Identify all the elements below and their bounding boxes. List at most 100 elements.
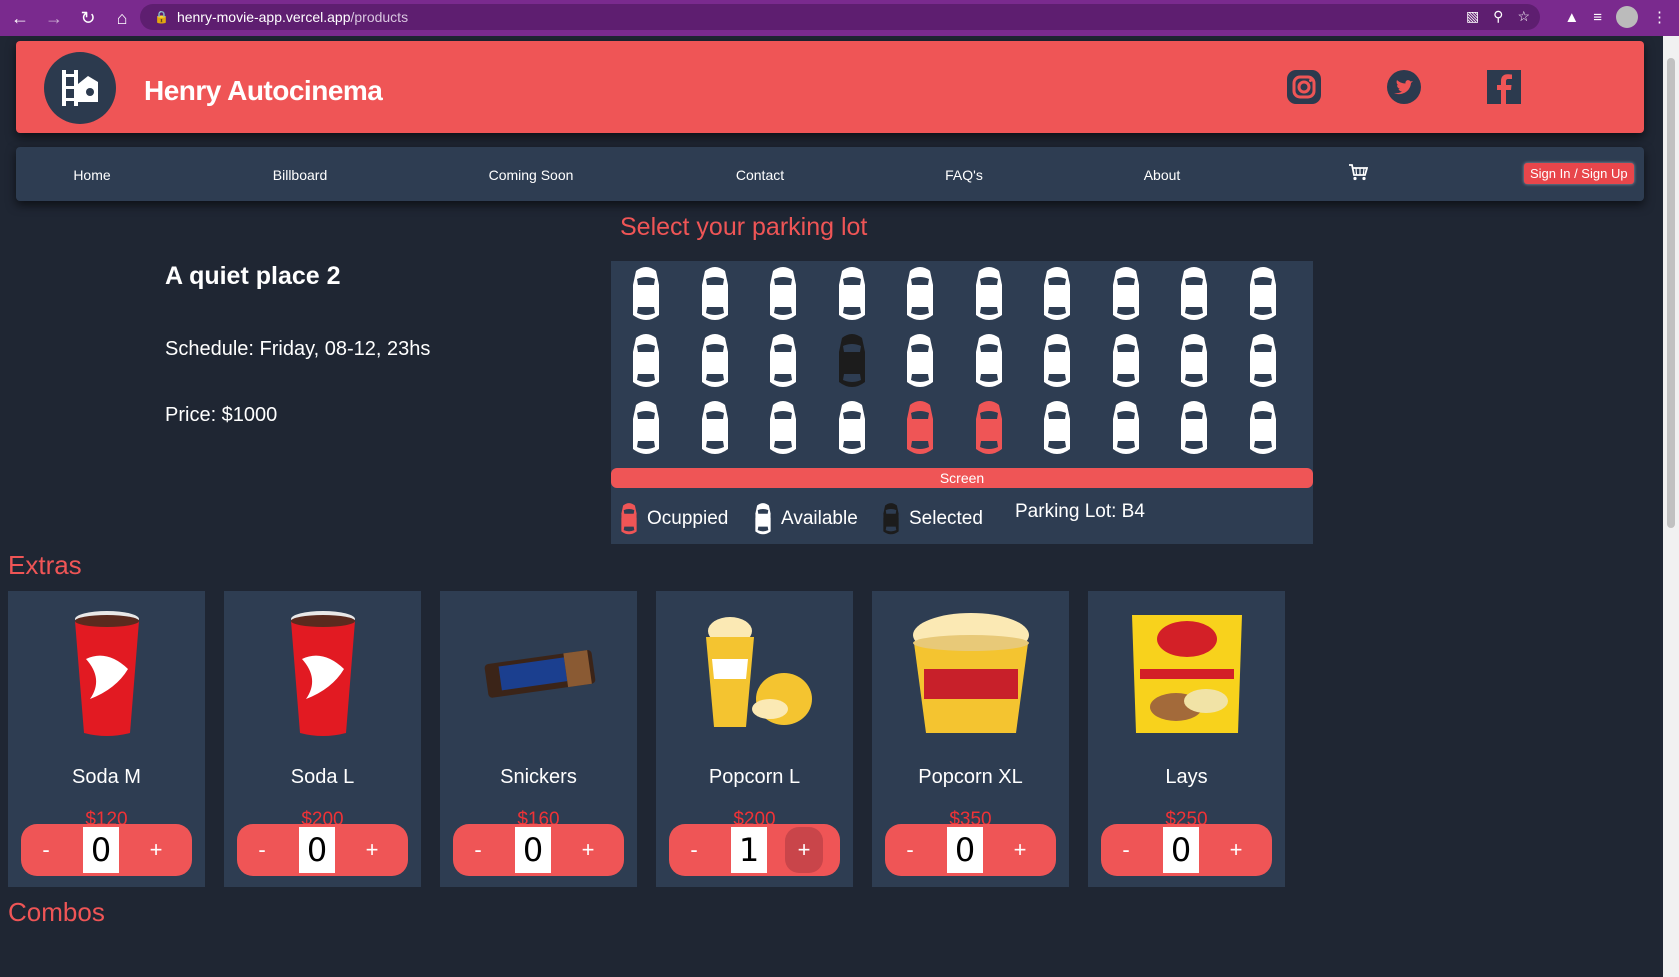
profile-avatar[interactable] xyxy=(1616,6,1638,28)
extensions-icon[interactable]: ▲ xyxy=(1564,9,1579,26)
parking-spot-occupied xyxy=(904,401,936,454)
increase-button[interactable]: + xyxy=(1211,837,1261,863)
parking-spot-available[interactable] xyxy=(1246,332,1280,390)
address-bar[interactable]: 🔒 henry-movie-app.vercel.app/products ▧ … xyxy=(140,4,1540,30)
bookmark-star-icon[interactable]: ☆ xyxy=(1517,8,1530,25)
legend-available-label: Available xyxy=(781,508,858,529)
parking-spot-occupied xyxy=(972,401,1005,454)
browser-toolbar: ← → ↻ ⌂ 🔒 henry-movie-app.vercel.app/pro… xyxy=(0,0,1679,36)
quantity-value[interactable]: 0 xyxy=(515,827,551,873)
parking-spot-available[interactable] xyxy=(629,332,663,390)
parking-lot-grid: Screen Ocuppied Available Selected Parki… xyxy=(611,261,1313,544)
parking-lot-title: Select your parking lot xyxy=(620,213,868,241)
cart-icon[interactable] xyxy=(1348,163,1368,181)
car-available-icon xyxy=(753,503,773,535)
parking-spot-available[interactable] xyxy=(1109,265,1143,323)
legend-selected: Selected xyxy=(881,501,983,537)
parking-spot-available[interactable] xyxy=(629,265,663,323)
increase-button[interactable]: + xyxy=(347,837,397,863)
popcorn-bucket-image xyxy=(913,613,1029,733)
parking-spot-available[interactable] xyxy=(766,332,800,390)
popcorn-cups-image xyxy=(706,617,812,727)
parking-spot-available[interactable] xyxy=(698,399,732,457)
parking-spot-available[interactable] xyxy=(698,332,732,390)
product-card: Soda M $120-0 + xyxy=(8,591,205,887)
decrease-button[interactable]: - xyxy=(1101,837,1151,863)
extras-title: Extras xyxy=(8,550,82,580)
home-icon[interactable]: ⌂ xyxy=(108,4,136,32)
parking-spot-available[interactable] xyxy=(766,399,800,457)
parking-spot-available[interactable] xyxy=(972,332,1006,390)
product-name: Popcorn XL xyxy=(918,766,1023,788)
nav-billboard[interactable]: Billboard xyxy=(273,167,327,183)
nav-contact[interactable]: Contact xyxy=(736,167,784,183)
parking-spot-available[interactable] xyxy=(835,399,869,457)
product-name: Soda M xyxy=(72,766,141,788)
parking-spot-available[interactable] xyxy=(1177,265,1211,323)
parking-spot-available[interactable] xyxy=(903,265,937,323)
scrollbar-thumb[interactable] xyxy=(1667,58,1675,528)
parking-spot-available[interactable] xyxy=(835,265,869,323)
quantity-value[interactable]: 0 xyxy=(1163,827,1199,873)
parking-spot-available[interactable] xyxy=(1040,265,1074,323)
parking-spot-available[interactable] xyxy=(1246,399,1280,457)
reading-list-icon[interactable]: ≡ xyxy=(1593,9,1602,26)
quantity-value[interactable]: 1 xyxy=(731,827,767,873)
lays-bag-image xyxy=(1132,615,1242,733)
product-card: Soda L $200-0 + xyxy=(224,591,421,887)
nav-home[interactable]: Home xyxy=(73,167,110,183)
instagram-icon[interactable] xyxy=(1286,69,1322,105)
facebook-icon[interactable] xyxy=(1486,69,1522,105)
url-host: henry-movie-app.vercel.app xyxy=(176,9,351,25)
nav-about[interactable]: About xyxy=(1144,167,1181,183)
menu-icon[interactable]: ⋮ xyxy=(1652,8,1667,26)
parking-spot-available[interactable] xyxy=(1040,399,1074,457)
parking-spot-available[interactable] xyxy=(698,265,732,323)
increase-button[interactable]: + xyxy=(131,837,181,863)
parking-spot-selected[interactable] xyxy=(835,332,869,390)
increase-button[interactable]: + xyxy=(563,837,613,863)
quantity-value[interactable]: 0 xyxy=(299,827,335,873)
reload-icon[interactable]: ↻ xyxy=(74,4,102,32)
parking-spot-available[interactable] xyxy=(1177,399,1211,457)
main-nav: Home Billboard Coming Soon Contact FAQ's… xyxy=(16,147,1644,201)
translate-icon[interactable]: ▧ xyxy=(1466,8,1479,25)
quantity-stepper: -0 + xyxy=(453,824,624,876)
nav-faqs[interactable]: FAQ's xyxy=(945,167,983,183)
parking-spot-available[interactable] xyxy=(629,399,663,457)
legend-occupied: Ocuppied xyxy=(619,501,728,537)
parking-spot-available[interactable] xyxy=(766,265,800,323)
sign-in-button[interactable]: Sign In / Sign Up xyxy=(1524,163,1634,184)
forward-icon[interactable]: → xyxy=(40,4,68,32)
nav-coming-soon[interactable]: Coming Soon xyxy=(489,167,574,183)
parking-spot-available[interactable] xyxy=(1246,265,1280,323)
twitter-icon[interactable] xyxy=(1386,69,1422,105)
back-icon[interactable]: ← xyxy=(6,4,34,32)
url-path: /products xyxy=(350,9,409,25)
parking-spot-available[interactable] xyxy=(903,332,937,390)
parking-spot-available[interactable] xyxy=(972,265,1006,323)
quantity-stepper: -0 + xyxy=(237,824,408,876)
zoom-icon[interactable]: ⚲ xyxy=(1493,8,1503,25)
legend-parking-lot: Parking Lot: B4 xyxy=(1015,501,1145,523)
parking-spot-available[interactable] xyxy=(1177,332,1211,390)
soda-cup-image xyxy=(75,611,139,736)
increase-button[interactable]: + xyxy=(995,837,1045,863)
parking-spot-available[interactable] xyxy=(1109,399,1143,457)
increase-button[interactable]: + xyxy=(785,827,823,873)
snickers-image xyxy=(484,650,596,698)
quantity-value[interactable]: 0 xyxy=(947,827,983,873)
quantity-value[interactable]: 0 xyxy=(83,827,119,873)
combos-title: Combos xyxy=(8,897,105,927)
decrease-button[interactable]: - xyxy=(885,837,935,863)
parking-spot-available[interactable] xyxy=(1040,332,1074,390)
decrease-button[interactable]: - xyxy=(21,837,71,863)
scrollbar[interactable] xyxy=(1663,36,1679,977)
parking-spot-available[interactable] xyxy=(1109,332,1143,390)
brand-title[interactable]: Henry Autocinema xyxy=(144,75,383,107)
decrease-button[interactable]: - xyxy=(453,837,503,863)
decrease-button[interactable]: - xyxy=(669,837,719,863)
logo[interactable] xyxy=(44,52,116,124)
car-occupied-icon xyxy=(619,503,639,535)
decrease-button[interactable]: - xyxy=(237,837,287,863)
